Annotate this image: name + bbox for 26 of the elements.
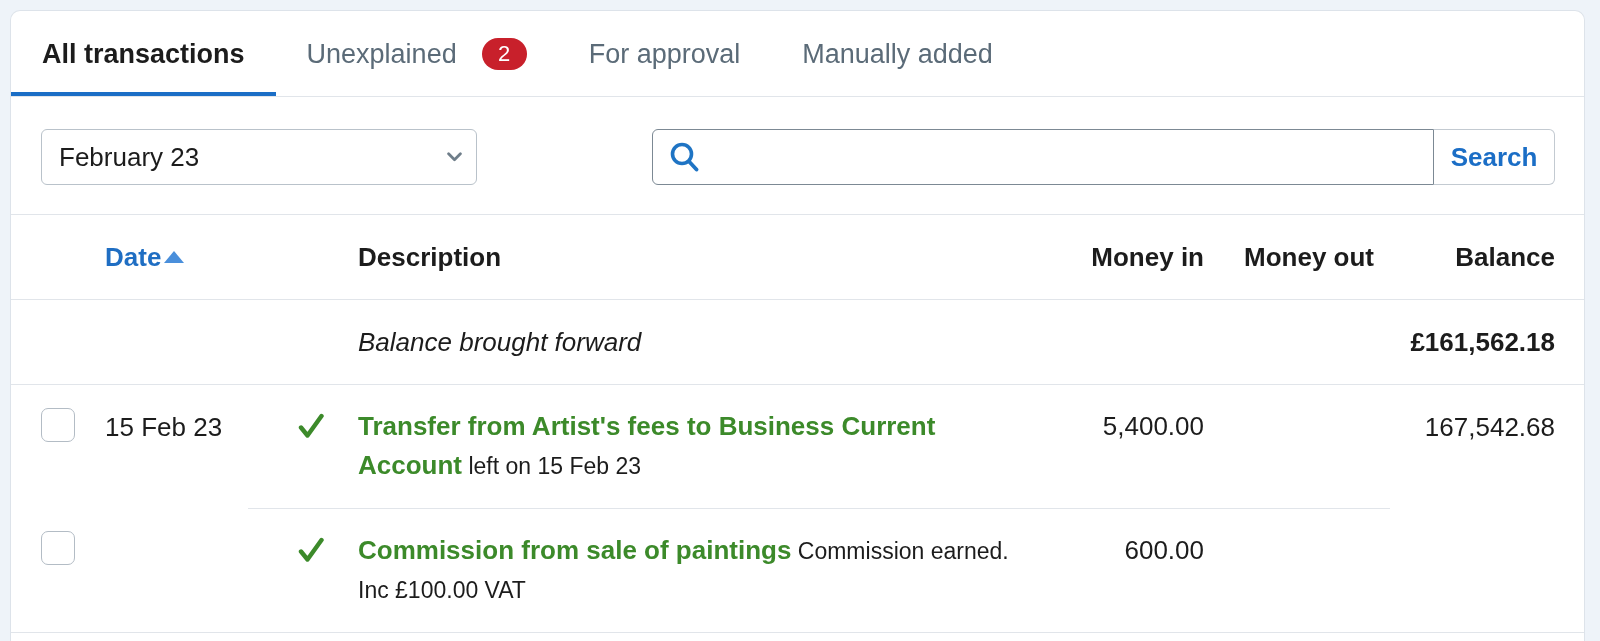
chevron-down-icon bbox=[447, 152, 462, 162]
column-header: Money in bbox=[1091, 241, 1204, 272]
row-checkbox[interactable] bbox=[41, 408, 75, 442]
search-icon bbox=[670, 142, 699, 172]
tab[interactable]: Unexplained 2 bbox=[275, 11, 558, 96]
caret-up-icon bbox=[164, 251, 185, 263]
count-badge: 2 bbox=[481, 38, 527, 70]
balance-cell: 167,542.68 bbox=[1424, 412, 1555, 442]
tab[interactable]: All transactions bbox=[11, 11, 276, 96]
column-header: Money out bbox=[1244, 241, 1374, 272]
transaction-description: Commission from sale of paintings Commission earned. Inc £100.00 VAT bbox=[358, 538, 1009, 603]
period-dropdown[interactable]: February 23 bbox=[41, 129, 477, 185]
transaction-description: Transfer from Artist's fees to Business Current Account left on 15 Feb 23 bbox=[358, 414, 936, 479]
date-cell: 15 Feb 23 bbox=[105, 412, 223, 442]
balance-cell: £161,562.18 bbox=[1410, 326, 1555, 357]
tab[interactable]: For approval bbox=[557, 11, 772, 96]
row-checkbox[interactable] bbox=[41, 531, 75, 565]
column-header: Description bbox=[358, 241, 502, 272]
column-header[interactable]: Date bbox=[105, 241, 185, 273]
search-button[interactable]: Search bbox=[1434, 129, 1555, 185]
opening-balance-label: Balance brought forward bbox=[358, 326, 642, 357]
search-field[interactable] bbox=[652, 129, 1434, 185]
tab[interactable]: Manually added bbox=[771, 11, 1024, 96]
column-header: Balance bbox=[1455, 241, 1555, 272]
money-in-cell: 5,400.00 bbox=[1102, 411, 1204, 441]
money-in-cell: 600.00 bbox=[1124, 535, 1204, 565]
